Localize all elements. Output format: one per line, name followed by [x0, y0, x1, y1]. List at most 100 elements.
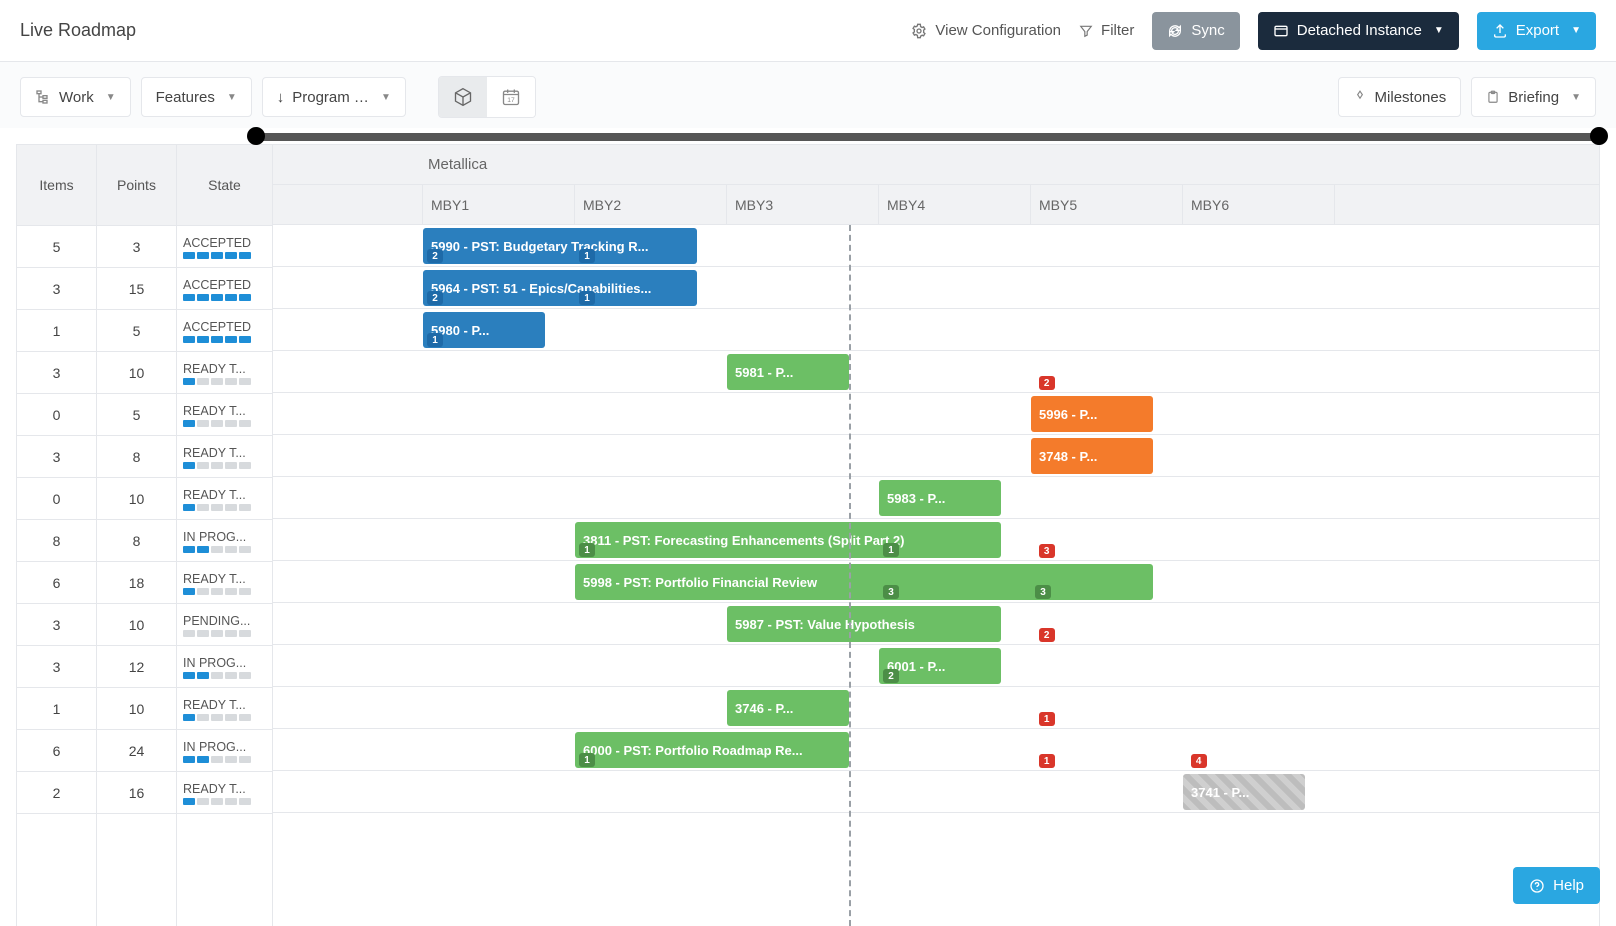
chevron-down-icon: ▼ — [381, 92, 391, 103]
export-button[interactable]: Export ▼ — [1477, 12, 1596, 50]
work-dropdown[interactable]: Work ▼ — [20, 77, 131, 117]
timeline-period: MBY2 — [575, 185, 727, 224]
timeline-row: 3746 - P... 1 — [273, 687, 1599, 729]
bar-badge: 2 — [427, 249, 443, 263]
timeline-row: 3741 - P... — [273, 771, 1599, 813]
page-title: Live Roadmap — [20, 20, 136, 41]
row-marker: 2 — [1039, 376, 1055, 390]
items-cell: 3 — [17, 268, 96, 310]
instance-icon — [1273, 23, 1289, 39]
timeline-group-label: Metallica — [273, 145, 1599, 185]
col-state: State ACCEPTEDACCEPTEDACCEPTEDREADY T...… — [177, 145, 272, 926]
filter-icon — [1079, 24, 1093, 38]
topbar: Live Roadmap View Configuration Filter S… — [0, 0, 1616, 62]
cube-icon — [453, 87, 473, 107]
bar-badge: 2 — [883, 669, 899, 683]
timeline-row: 5964 - PST: 51 - Epics/Capabilities...21 — [273, 267, 1599, 309]
scrubber-handle-end[interactable] — [1590, 127, 1608, 145]
roadmap-bar[interactable]: 5980 - P...1 — [423, 312, 545, 348]
timeline: Metallica MBY1MBY2MBY3MBY4MBY5MBY6 5990 … — [273, 145, 1599, 926]
features-dropdown[interactable]: Features ▼ — [141, 77, 252, 117]
briefing-dropdown[interactable]: Briefing ▼ — [1471, 77, 1596, 117]
calendar-view-toggle[interactable]: 17 — [487, 77, 535, 117]
timeline-period: MBY5 — [1031, 185, 1183, 224]
box-view-toggle[interactable] — [439, 77, 487, 117]
state-cell: READY T... — [177, 352, 272, 394]
roadmap-bar[interactable]: 5996 - P... — [1031, 396, 1153, 432]
bar-badge: 1 — [883, 543, 899, 557]
items-cell: 5 — [17, 226, 96, 268]
roadmap-bar-label: 6000 - PST: Portfolio Roadmap Re... — [583, 743, 841, 758]
roadmap-bar[interactable]: 5998 - PST: Portfolio Financial Review33 — [575, 564, 1153, 600]
state-cell: IN PROG... — [177, 646, 272, 688]
state-cell: PENDING... — [177, 604, 272, 646]
row-marker: 1 — [1039, 712, 1055, 726]
roadmap-bar[interactable]: 5990 - PST: Budgetary Tracking R...21 — [423, 228, 697, 264]
milestones-label: Milestones — [1375, 89, 1447, 106]
timeline-period: MBY6 — [1183, 185, 1335, 224]
roadmap-bar[interactable]: 5987 - PST: Value Hypothesis — [727, 606, 1001, 642]
detached-instance-button[interactable]: Detached Instance ▼ — [1258, 12, 1459, 50]
timeline-row: 5998 - PST: Portfolio Financial Review33 — [273, 561, 1599, 603]
view-configuration-button[interactable]: View Configuration — [911, 22, 1061, 39]
state-cell: READY T... — [177, 436, 272, 478]
roadmap-bar-label: 5983 - P... — [887, 491, 993, 506]
items-cell: 3 — [17, 352, 96, 394]
roadmap-bar[interactable]: 5964 - PST: 51 - Epics/Capabilities...21 — [423, 270, 697, 306]
milestones-button[interactable]: Milestones — [1338, 77, 1462, 117]
row-marker: 2 — [1039, 628, 1055, 642]
work-label: Work — [59, 89, 94, 106]
roadmap-bar[interactable]: 5981 - P... — [727, 354, 849, 390]
sync-icon — [1167, 23, 1183, 39]
milestone-icon — [1353, 90, 1367, 104]
bar-badge: 1 — [579, 249, 595, 263]
roadmap-grid: Items 53130308633162 Points 315510581081… — [16, 144, 1600, 926]
roadmap-bar-label: 3811 - PST: Forecasting Enhancements (Sp… — [583, 533, 993, 548]
roadmap-bar[interactable]: 5983 - P... — [879, 480, 1001, 516]
bar-badge: 2 — [427, 291, 443, 305]
bar-badge: 1 — [579, 753, 595, 767]
col-items: Items 53130308633162 — [17, 145, 97, 926]
scrubber-handle-start[interactable] — [247, 127, 265, 145]
state-cell: ACCEPTED — [177, 268, 272, 310]
points-cell: 5 — [97, 394, 176, 436]
timeline-columns: MBY1MBY2MBY3MBY4MBY5MBY6 — [273, 185, 1599, 225]
view-toggle-group: 17 — [438, 76, 536, 118]
timeline-body: 5990 - PST: Budgetary Tracking R...21596… — [273, 225, 1599, 926]
chevron-down-icon: ▼ — [1434, 25, 1444, 36]
roadmap-bar[interactable]: 3748 - P... — [1031, 438, 1153, 474]
state-cell: READY T... — [177, 394, 272, 436]
roadmap-bar[interactable]: 6001 - P...2 — [879, 648, 1001, 684]
points-cell: 10 — [97, 688, 176, 730]
sync-button[interactable]: Sync — [1152, 12, 1239, 50]
program-dropdown[interactable]: ↓ Program … ▼ — [262, 77, 406, 117]
help-button[interactable]: Help — [1513, 867, 1600, 904]
chevron-down-icon: ▼ — [1571, 25, 1581, 36]
timeline-scrubber[interactable] — [255, 130, 1600, 144]
row-marker: 3 — [1039, 544, 1055, 558]
items-cell: 6 — [17, 562, 96, 604]
filter-button[interactable]: Filter — [1079, 22, 1134, 39]
roadmap-bar[interactable]: 3811 - PST: Forecasting Enhancements (Sp… — [575, 522, 1001, 558]
top-actions: View Configuration Filter Sync Detached … — [911, 12, 1596, 50]
items-cell: 6 — [17, 730, 96, 772]
timeline-period: MBY1 — [423, 185, 575, 224]
timeline-row: 6001 - P...2 — [273, 645, 1599, 687]
roadmap-bar[interactable]: 3746 - P... — [727, 690, 849, 726]
state-cell: READY T... — [177, 478, 272, 520]
state-cell: READY T... — [177, 772, 272, 814]
row-marker: 1 — [1039, 754, 1055, 768]
svg-text:17: 17 — [507, 97, 515, 104]
timeline-row: 6000 - PST: Portfolio Roadmap Re...114 — [273, 729, 1599, 771]
roadmap-bar[interactable]: 3741 - P... — [1183, 774, 1305, 810]
items-cell: 2 — [17, 772, 96, 814]
points-cell: 5 — [97, 310, 176, 352]
points-cell: 10 — [97, 352, 176, 394]
roadmap-bar[interactable]: 6000 - PST: Portfolio Roadmap Re...1 — [575, 732, 849, 768]
timeline-row: 5980 - P...1 — [273, 309, 1599, 351]
points-cell: 18 — [97, 562, 176, 604]
timeline-period: MBY4 — [879, 185, 1031, 224]
program-label: Program … — [292, 89, 369, 106]
clipboard-icon — [1486, 90, 1500, 104]
hierarchy-icon — [35, 89, 51, 105]
